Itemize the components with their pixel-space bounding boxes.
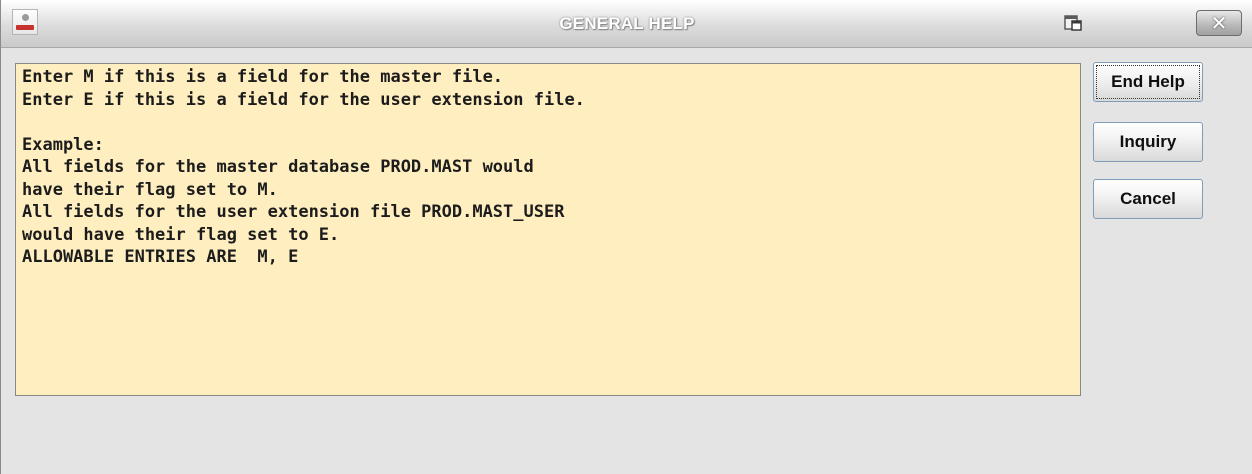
help-line: ALLOWABLE ENTRIES ARE M, E xyxy=(22,247,299,267)
help-line: All fields for the user extension file P… xyxy=(22,202,565,222)
help-line: Enter E if this is a field for the user … xyxy=(22,89,585,110)
title-bar[interactable]: GENERAL HELP ✕ xyxy=(1,0,1252,48)
restore-window-icon[interactable] xyxy=(1064,15,1082,31)
help-line: would have their flag set to E. xyxy=(22,224,340,245)
help-line xyxy=(22,111,1080,134)
help-line: All fields for the master database PROD.… xyxy=(22,157,534,177)
end-help-button[interactable]: End Help xyxy=(1093,62,1203,102)
cancel-button[interactable]: Cancel xyxy=(1093,179,1203,219)
close-icon: ✕ xyxy=(1210,11,1228,35)
help-line: have their flag set to M. xyxy=(22,179,278,200)
general-help-window: GENERAL HELP ✕ Enter M if this is a fiel… xyxy=(0,0,1252,474)
inquiry-button[interactable]: Inquiry xyxy=(1093,122,1203,162)
help-line: Enter M if this is a field for the maste… xyxy=(22,67,504,87)
help-line: Example: xyxy=(22,134,104,155)
close-button[interactable]: ✕ xyxy=(1196,10,1242,36)
help-text-panel[interactable]: Enter M if this is a field for the maste… xyxy=(15,63,1081,396)
